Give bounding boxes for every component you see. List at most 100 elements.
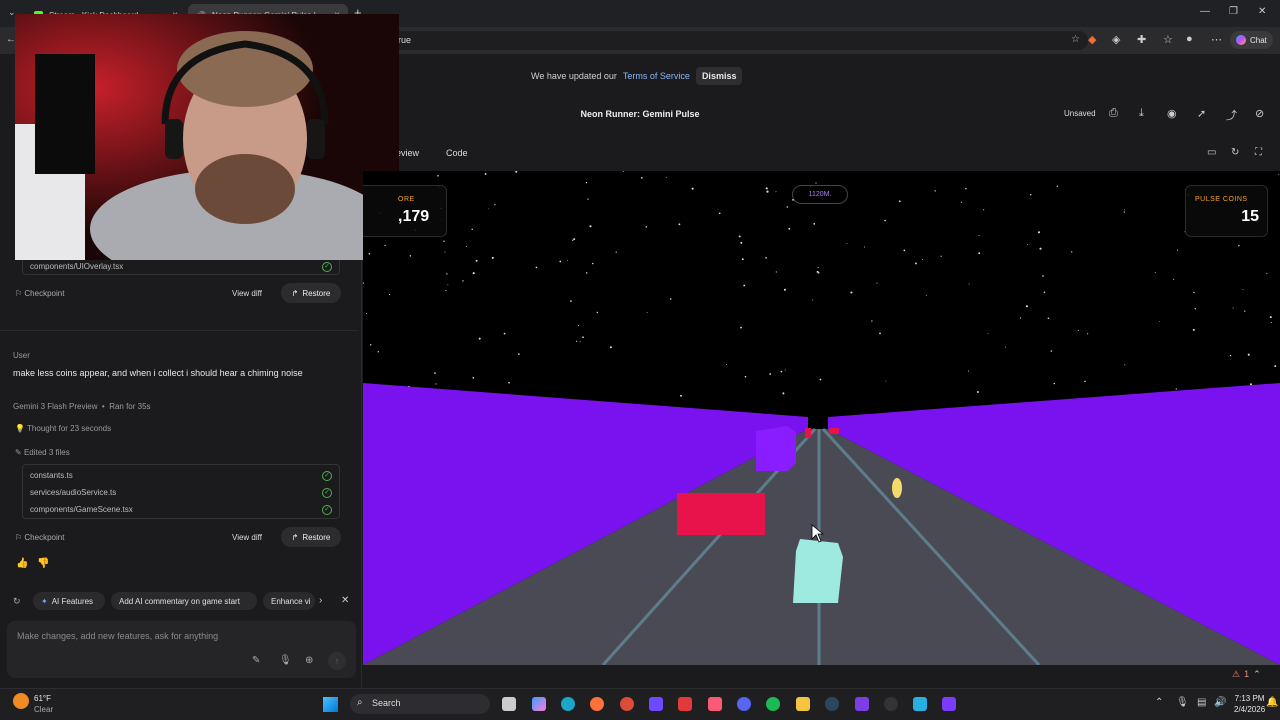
fx-app-icon[interactable] (942, 697, 956, 711)
favorite-star-icon[interactable]: ☆ (1071, 34, 1080, 45)
system-clock[interactable]: 7:13 PM 2/4/2026 (1234, 693, 1265, 715)
app-icon[interactable] (855, 697, 869, 711)
chip-ai-features[interactable]: ✦ AI Features (33, 592, 105, 610)
folder-app-icon[interactable] (796, 697, 810, 711)
hide-icon[interactable]: ⊘ (1255, 107, 1264, 120)
deploy-rocket-icon[interactable]: ➚ (1197, 107, 1206, 120)
taskbar (0, 688, 1280, 720)
thumbs-up-icon[interactable]: 👍 (16, 558, 28, 569)
fullscreen-icon[interactable]: ⛶ (1255, 147, 1262, 158)
star (589, 225, 592, 228)
prompt-input[interactable]: Make changes, add new features, ask for … (7, 621, 356, 678)
app-icon[interactable] (678, 697, 692, 711)
file-item[interactable]: services/audioService.ts (30, 488, 116, 497)
spotify-app-icon[interactable] (766, 697, 780, 711)
save-icon[interactable]: ⎙ (1109, 107, 1118, 120)
star (925, 294, 927, 296)
star (1071, 251, 1073, 253)
star (1047, 317, 1050, 320)
star (1077, 329, 1079, 331)
star (443, 240, 445, 242)
file-item[interactable]: constants.ts (30, 471, 73, 480)
tos-link[interactable]: Terms of Service (623, 71, 690, 81)
star (1274, 365, 1277, 368)
thought-status[interactable]: 💡 Thought for 23 seconds (15, 424, 111, 433)
tab-preview[interactable]: eview (396, 148, 419, 158)
edited-status[interactable]: ✎ Edited 3 files (15, 448, 70, 457)
download-icon[interactable]: ⤓ (1139, 107, 1144, 120)
windows-start-icon[interactable] (323, 697, 338, 712)
chevron-right-icon[interactable]: › (319, 595, 322, 606)
app-icon[interactable] (649, 697, 663, 711)
restore-label: Restore (302, 532, 331, 542)
chrome-app-icon[interactable] (620, 697, 634, 711)
restore-button[interactable]: ↱ Restore (281, 527, 341, 547)
taskbar-search[interactable]: ⌕ Search (350, 694, 490, 714)
weather-icon[interactable] (13, 693, 29, 709)
minimize-icon[interactable]: — (1200, 6, 1210, 17)
warning-icon: ⚠ (1232, 669, 1241, 679)
weather-widget[interactable]: 61°F Clear (34, 693, 53, 715)
refresh-icon[interactable]: ↻ (1231, 147, 1239, 158)
suggestions-refresh-icon[interactable]: ↻ (13, 596, 21, 607)
star (786, 206, 789, 208)
profile-avatar-icon[interactable]: ● (1186, 33, 1193, 45)
view-diff-button[interactable]: View diff (232, 533, 262, 542)
restore-window-icon[interactable]: ❐ (1229, 6, 1238, 17)
star (934, 190, 936, 192)
star (976, 390, 979, 394)
tray-chevron-icon[interactable]: ⌃ (1155, 697, 1163, 708)
extensions-puzzle-icon[interactable]: ✚ (1137, 33, 1146, 46)
more-menu-icon[interactable]: ⋯ (1211, 33, 1222, 46)
chip-label: Enhance vi (271, 596, 311, 606)
url-input[interactable]: rue ☆ (388, 31, 1088, 50)
close-window-icon[interactable]: ✕ (1258, 6, 1266, 17)
copilot-app-icon[interactable] (532, 697, 546, 711)
add-icon[interactable]: ⊕ (305, 655, 313, 666)
url-text: rue (398, 35, 412, 45)
edge-app-icon[interactable] (561, 697, 575, 711)
file-item[interactable]: components/UIOverlay.tsx (30, 262, 123, 271)
warning-indicator[interactable]: ⚠ 1 ⌃ (1232, 669, 1261, 680)
app-icon[interactable] (913, 697, 927, 711)
file-manager-app-icon[interactable] (502, 697, 516, 711)
star (738, 235, 741, 238)
close-suggestions-icon[interactable]: ✕ (341, 595, 349, 606)
magic-wand-icon[interactable]: ✎ (252, 655, 260, 666)
app-icon[interactable] (884, 697, 898, 711)
discord-app-icon[interactable] (737, 697, 751, 711)
share-icon[interactable]: ⤴ (1226, 107, 1237, 123)
microphone-tray-icon[interactable]: 🎙 (1176, 697, 1189, 708)
game-canvas[interactable]: ORE ,179 1120M. PULSE COINS 15 (363, 171, 1280, 665)
send-button[interactable]: ↑ (328, 652, 346, 670)
star (815, 182, 817, 184)
volume-icon[interactable]: 🔊 (1214, 697, 1226, 708)
copilot-chat-button[interactable]: Chat (1230, 31, 1273, 49)
star (819, 378, 822, 381)
star (812, 299, 814, 301)
notification-bell-icon[interactable]: 🔔 (1266, 697, 1278, 708)
chip-ai-commentary[interactable]: Add AI commentary on game start (111, 592, 257, 610)
star (1124, 209, 1126, 211)
microphone-icon[interactable]: 🎙 (279, 655, 292, 666)
chevron-up-icon[interactable]: ⌃ (1253, 669, 1261, 680)
network-icon[interactable]: ▤ (1197, 697, 1206, 708)
view-diff-button[interactable]: View diff (232, 289, 262, 298)
restore-button[interactable]: ↱ Restore (281, 283, 341, 303)
firefox-app-icon[interactable] (590, 697, 604, 711)
steam-app-icon[interactable] (825, 697, 839, 711)
device-icon[interactable]: ▭ (1207, 147, 1216, 158)
star (573, 238, 576, 241)
github-icon[interactable]: ◉ (1167, 107, 1177, 120)
file-item[interactable]: components/GameScene.tsx (30, 505, 133, 514)
tab-code[interactable]: Code (446, 148, 468, 158)
extension-diamond-icon[interactable]: ◈ (1112, 33, 1120, 46)
music-app-icon[interactable] (708, 697, 722, 711)
thumbs-down-icon[interactable]: 👎 (37, 558, 49, 569)
extension-fox-icon[interactable]: ◆ (1088, 33, 1096, 46)
star (1154, 272, 1156, 273)
favorites-icon[interactable]: ☆ (1163, 33, 1173, 46)
dismiss-button[interactable]: Dismiss (695, 67, 743, 85)
star (1270, 321, 1272, 324)
chip-enhance[interactable]: Enhance vi (263, 592, 315, 610)
